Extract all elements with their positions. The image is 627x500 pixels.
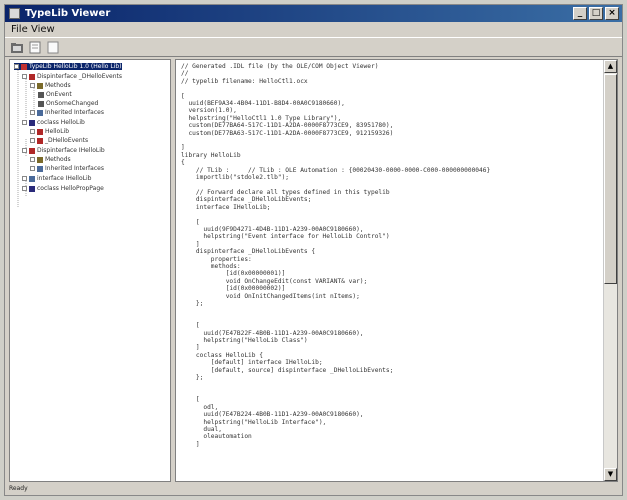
maximize-button[interactable]: □ xyxy=(589,7,603,20)
tree-item-label: Inherited Interfaces xyxy=(45,165,104,172)
expander-icon[interactable] xyxy=(14,64,19,69)
window-controls: _ □ × xyxy=(573,7,619,20)
tree-item-label: _DHelloEvents xyxy=(45,137,89,144)
expander-icon[interactable] xyxy=(22,176,27,181)
folder-icon xyxy=(37,156,43,163)
scrollbar-thumb[interactable] xyxy=(604,74,617,284)
window-title: TypeLib Viewer xyxy=(25,8,111,19)
scroll-down-arrow[interactable]: ▼ xyxy=(604,468,617,481)
tree-item[interactable]: HelloLib xyxy=(30,128,69,135)
view-icon xyxy=(47,41,59,54)
tree-item-label: coclass HelloLib xyxy=(37,119,85,126)
expander-icon[interactable] xyxy=(30,83,35,88)
folder-icon xyxy=(37,82,43,89)
expander-icon[interactable] xyxy=(22,120,27,125)
tree-item[interactable]: interface IHelloLib xyxy=(22,175,91,182)
tree-item[interactable]: Methods xyxy=(30,82,71,89)
toolbar xyxy=(5,37,622,57)
view-button[interactable] xyxy=(45,40,61,55)
expander-icon[interactable] xyxy=(22,148,27,153)
tree-item-label: Inherited Interfaces xyxy=(45,109,104,116)
tree-item-label: OnEvent xyxy=(46,91,72,98)
tree-item-label: Dispinterface _DHelloEvents xyxy=(37,73,123,80)
dispinterface-icon xyxy=(37,128,43,135)
typelib-viewer-window: TypeLib Viewer _ □ × File View TypeLib H… xyxy=(4,4,623,496)
idl-code-view[interactable]: // Generated .IDL file (by the OLE/COM O… xyxy=(175,59,618,482)
tree-item-label: coclass HelloPropPage xyxy=(37,185,104,192)
expander-icon[interactable] xyxy=(30,166,35,171)
tree-item-label: TypeLib HelloLib 1.0 (Hello Lib) xyxy=(29,63,122,70)
open-file-button[interactable] xyxy=(9,40,25,55)
minimize-button[interactable]: _ xyxy=(573,7,587,20)
vertical-scrollbar[interactable]: ▲ ▼ xyxy=(603,60,617,481)
method-icon xyxy=(38,91,44,98)
tree-item[interactable]: Inherited Interfaces xyxy=(30,165,104,172)
expander-icon[interactable] xyxy=(22,74,27,79)
dispinterface-icon xyxy=(29,147,35,154)
idl-code-text: // Generated .IDL file (by the OLE/COM O… xyxy=(181,63,491,448)
expander-icon[interactable] xyxy=(30,129,35,134)
tree-item[interactable]: OnEvent xyxy=(38,91,72,98)
tree-item[interactable]: TypeLib HelloLib 1.0 (Hello Lib) xyxy=(14,63,122,70)
tree-item[interactable]: Methods xyxy=(30,156,71,163)
expander-icon[interactable] xyxy=(30,157,35,162)
tree-item[interactable]: Inherited Interfaces xyxy=(30,109,104,116)
tree-item-label: HelloLib xyxy=(45,128,70,135)
coclass-icon xyxy=(29,185,35,192)
tree-item[interactable]: coclass HelloLib xyxy=(22,119,85,126)
status-bar: Ready xyxy=(5,482,622,495)
close-button[interactable]: × xyxy=(605,7,619,20)
coclass-icon xyxy=(29,119,35,126)
scroll-up-arrow[interactable]: ▲ xyxy=(604,60,617,73)
tree-item-label: Dispinterface IHelloLib xyxy=(37,147,105,154)
interface-icon xyxy=(37,165,43,172)
tree-item-label: Methods xyxy=(45,82,71,89)
typelib-icon xyxy=(21,63,27,70)
open-file-icon xyxy=(11,43,23,53)
dispinterface-icon xyxy=(37,137,43,144)
method-icon xyxy=(38,100,44,107)
app-icon xyxy=(9,8,20,19)
interface-icon xyxy=(29,175,35,182)
title-bar: TypeLib Viewer _ □ × xyxy=(5,5,622,22)
menu-bar: File View xyxy=(5,22,622,37)
tree-item[interactable]: Dispinterface IHelloLib xyxy=(22,147,105,154)
tree-item[interactable]: Dispinterface _DHelloEvents xyxy=(22,73,122,80)
expander-icon[interactable] xyxy=(30,138,35,143)
expander-icon[interactable] xyxy=(22,186,27,191)
tree-item-label: Methods xyxy=(45,156,71,163)
status-text: Ready xyxy=(9,485,28,492)
tree-item[interactable]: OnSomeChanged xyxy=(38,100,98,107)
save-button[interactable] xyxy=(27,40,43,55)
interface-icon xyxy=(37,109,43,116)
save-icon xyxy=(29,41,41,54)
typelib-tree[interactable]: TypeLib HelloLib 1.0 (Hello Lib) Dispinte… xyxy=(9,59,171,482)
dispinterface-icon xyxy=(29,73,35,80)
menu-view[interactable]: View xyxy=(27,22,59,37)
tree-item[interactable]: coclass HelloPropPage xyxy=(22,185,104,192)
tree-item-label: OnSomeChanged xyxy=(46,100,99,107)
expander-icon[interactable] xyxy=(30,110,35,115)
tree-item[interactable]: _DHelloEvents xyxy=(30,137,88,144)
tree-item-label: interface IHelloLib xyxy=(37,175,92,182)
